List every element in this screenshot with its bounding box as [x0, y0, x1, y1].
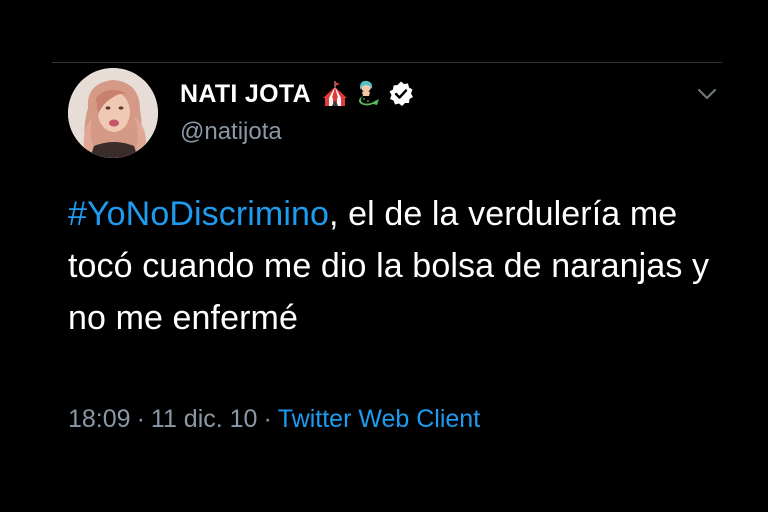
tweet-time[interactable]: 18:09: [68, 405, 131, 433]
meta-separator: ·: [263, 405, 272, 433]
client-link[interactable]: Twitter Web Client: [278, 405, 480, 433]
tweet-text: #YoNoDiscrimino, el de la verdulería me …: [68, 188, 728, 344]
handle[interactable]: @natijota: [180, 118, 415, 146]
tweet-header: NATI JOTA @natijota: [180, 76, 415, 156]
avatar-image: [68, 68, 158, 158]
verified-badge-icon: [387, 80, 415, 108]
mermaid-icon: [353, 80, 381, 108]
avatar[interactable]: [68, 68, 158, 158]
chevron-down-icon[interactable]: [694, 84, 720, 104]
meta-separator: ·: [136, 405, 145, 433]
tweet-meta: 18:09 · 11 dic. 10 · Twitter Web Client: [68, 405, 480, 434]
display-name[interactable]: NATI JOTA: [180, 80, 311, 109]
tweet-date[interactable]: 11 dic. 10: [151, 405, 258, 433]
hashtag-link[interactable]: #YoNoDiscrimino: [68, 195, 329, 233]
tweet: NATI JOTA @natijota #YoNoDiscrimino, el …: [0, 0, 768, 512]
tweet-screen: NATI JOTA @natijota #YoNoDiscrimino, el …: [0, 0, 768, 512]
name-row: NATI JOTA: [180, 76, 415, 112]
circus-tent-icon: [321, 80, 349, 108]
